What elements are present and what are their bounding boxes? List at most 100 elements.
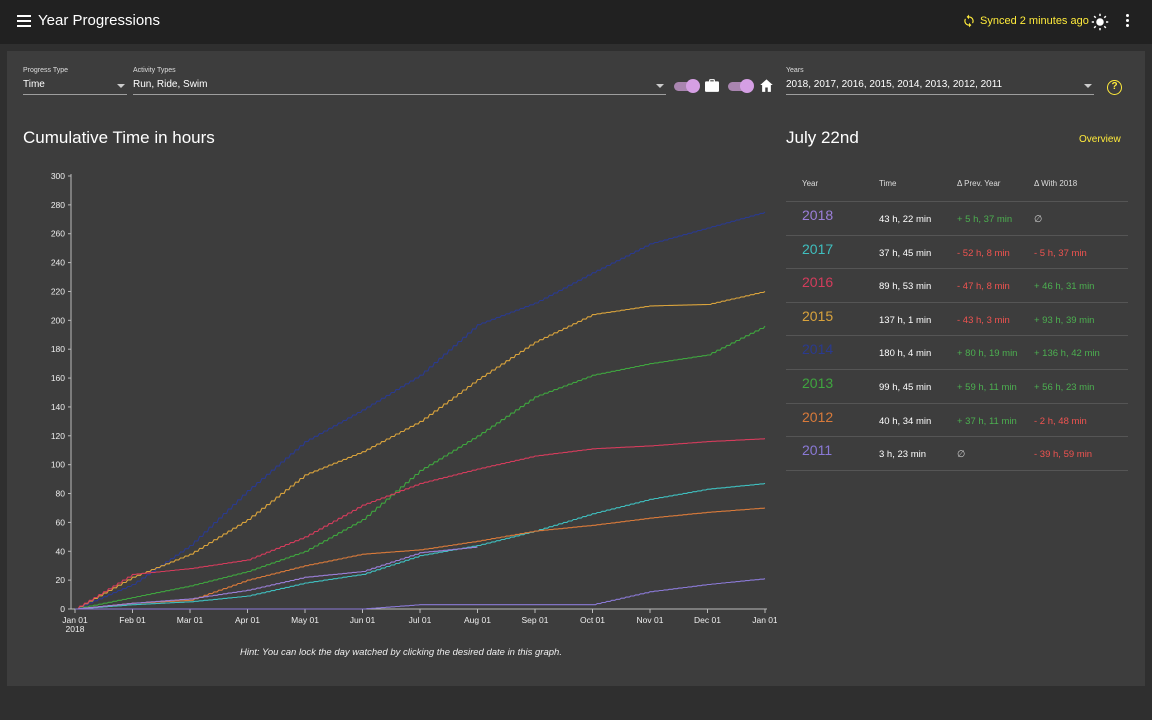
sync-icon (964, 14, 974, 28)
y-tick-label: 260 (51, 229, 65, 239)
selected-date-title: July 22nd (786, 128, 859, 147)
y-tick-label: 280 (51, 200, 65, 210)
row-time: 37 h, 45 min (879, 247, 932, 259)
y-tick-label: 180 (51, 344, 65, 354)
y-tick-label: 300 (51, 171, 65, 181)
row-delta-prev: - 52 h, 8 min (957, 247, 1010, 259)
x-tick-label: Dec 01 (694, 615, 721, 625)
row-year: 2012 (802, 408, 834, 425)
x-tick-label: Jul 01 (409, 615, 432, 625)
brightness-icon[interactable] (1091, 13, 1109, 31)
row-delta-2018: + 136 h, 42 min (1034, 348, 1100, 360)
y-tick-label: 0 (60, 604, 65, 614)
row-delta-prev: - 47 h, 8 min (957, 281, 1010, 293)
cumulative-time-chart[interactable]: 0 20 40 60 80 100 120 140 160 180 200 220 240 260 280 3… (7, 161, 777, 641)
header-prev-year: Δ Prev. Year (957, 179, 1001, 188)
years-caret-icon[interactable] (1084, 84, 1092, 88)
x-tick-label: Sep 01 (522, 615, 549, 625)
chart-title: Cumulative Time in hours (23, 128, 215, 147)
years-label: Years (786, 67, 804, 74)
x-tick-label: Aug 01 (464, 615, 491, 625)
home-icon (760, 79, 773, 92)
table-row: 2018 43 h, 22 min + 5 h, 37 min ∅ (786, 202, 1128, 236)
header-with-2018: Δ With 2018 (1034, 179, 1078, 188)
series-line-2013 (75, 325, 766, 610)
table-row: 2014 180 h, 4 min + 80 h, 19 min + 136 h, 4… (786, 336, 1128, 370)
row-year: 2015 (802, 307, 834, 324)
years-underline (786, 94, 1094, 95)
row-delta-2018: - 5 h, 37 min (1034, 247, 1087, 259)
menu-icon[interactable] (17, 15, 31, 27)
row-time: 99 h, 45 min (879, 381, 932, 393)
row-delta-2018: - 2 h, 48 min (1034, 415, 1087, 427)
series-line-2015 (75, 291, 766, 610)
header-year: Year (802, 179, 819, 188)
activity-types-label: Activity Types (133, 67, 176, 74)
row-time: 180 h, 4 min (879, 348, 932, 360)
more-vert-icon[interactable] (1124, 14, 1130, 30)
chart-hint: Hint: You can lock the day watched by cl… (240, 647, 562, 658)
row-time: 40 h, 34 min (879, 415, 932, 427)
row-year: 2017 (802, 240, 834, 257)
home-toggle[interactable] (728, 79, 754, 93)
row-delta-2018: + 93 h, 39 min (1034, 314, 1095, 326)
row-year: 2016 (802, 274, 834, 291)
x-tick-label: Jun 01 (350, 615, 376, 625)
activity-types-caret-icon[interactable] (656, 84, 664, 88)
x-tick-label: May 01 (291, 615, 319, 625)
main-panel: Progress Type Time Activity Types Run, R… (7, 51, 1145, 686)
x-sub-label: 2018 (66, 624, 85, 634)
x-tick-label: Mar 01 (177, 615, 204, 625)
row-time: 89 h, 53 min (879, 281, 932, 293)
years-select[interactable]: 2018, 2017, 2016, 2015, 2014, 2013, 2012… (786, 79, 1002, 90)
sync-text: Synced 2 minutes ago (980, 15, 1089, 27)
commute-toggle[interactable] (674, 79, 700, 93)
row-delta-prev: + 80 h, 19 min (957, 348, 1018, 360)
row-year: 2014 (802, 341, 834, 358)
row-delta-2018: + 56 h, 23 min (1034, 381, 1095, 393)
row-delta-2018: + 46 h, 31 min (1034, 281, 1095, 293)
series-line-2018 (75, 546, 478, 610)
y-tick-label: 200 (51, 315, 65, 325)
y-tick-label: 40 (56, 546, 66, 556)
progress-type-select[interactable]: Time (23, 79, 45, 90)
row-time: 137 h, 1 min (879, 314, 932, 326)
table-row: 2011 3 h, 23 min ∅ - 39 h, 59 min (786, 437, 1128, 471)
y-tick-label: 120 (51, 431, 65, 441)
row-delta-2018: ∅ (1034, 214, 1043, 225)
progress-type-caret-icon[interactable] (117, 84, 125, 88)
x-tick-label: Oct 01 (580, 615, 605, 625)
row-delta-prev: + 37 h, 11 min (957, 415, 1017, 427)
y-tick-label: 220 (51, 286, 65, 296)
help-icon[interactable]: ? (1107, 80, 1122, 95)
x-tick-label: Feb 01 (119, 615, 146, 625)
y-tick-label: 140 (51, 402, 65, 412)
row-delta-prev: + 5 h, 37 min (957, 214, 1013, 225)
table-row: 2013 99 h, 45 min + 59 h, 11 min + 56 h, 23… (786, 370, 1128, 404)
x-tick-label: Jan 01 (752, 615, 777, 625)
progress-type-label: Progress Type (23, 67, 69, 74)
briefcase-icon (705, 79, 719, 92)
row-time: 3 h, 23 min (879, 449, 926, 461)
table-header: Year Time Δ Prev. Year Δ With 2018 (786, 169, 1128, 202)
row-year: 2011 (802, 442, 833, 459)
header-time: Time (879, 179, 897, 188)
activity-types-select[interactable]: Run, Ride, Swim (133, 79, 207, 90)
sync-status[interactable]: Synced 2 minutes ago (962, 14, 1089, 28)
table-row: 2016 89 h, 53 min - 47 h, 8 min + 46 h, 31 … (786, 269, 1128, 303)
row-delta-prev: + 59 h, 11 min (957, 381, 1017, 393)
top-app-bar: Year Progressions Synced 2 minutes ago (0, 0, 1152, 44)
y-tick-label: 60 (56, 517, 66, 527)
progress-type-underline (23, 94, 127, 95)
y-tick-label: 160 (51, 373, 65, 383)
row-delta-prev: ∅ (957, 449, 966, 461)
y-tick-label: 80 (56, 489, 66, 499)
y-tick-label: 20 (56, 575, 66, 585)
series-line-2016 (75, 438, 766, 610)
activity-types-underline (133, 94, 666, 95)
overview-link[interactable]: Overview (1079, 134, 1121, 145)
series-line-2011 (75, 578, 766, 610)
row-year: 2013 (802, 374, 834, 391)
year-comparison-table: Year Time Δ Prev. Year Δ With 2018 2018 4… (786, 169, 1128, 471)
row-time: 43 h, 22 min (879, 214, 932, 225)
